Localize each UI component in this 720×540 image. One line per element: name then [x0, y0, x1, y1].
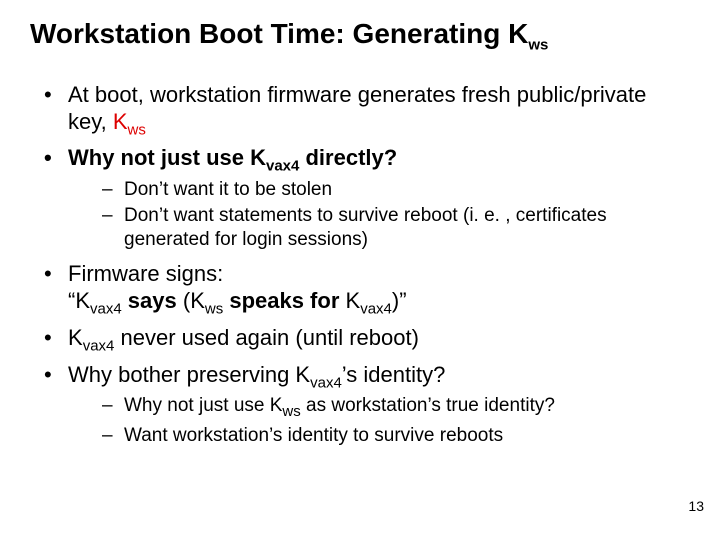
b3-k2: K	[339, 288, 360, 313]
b4-post: never used again (until reboot)	[114, 325, 419, 350]
bullet-3: Firmware signs: “Kvax4 says (Kws speaks …	[40, 261, 690, 319]
b5s1-post: as workstation’s true identity?	[301, 395, 555, 416]
title-sub: ws	[528, 37, 548, 54]
slide: Workstation Boot Time: Generating Kws At…	[0, 0, 720, 540]
page-number: 13	[688, 498, 704, 514]
b3-sub2: ws	[205, 301, 223, 318]
bullet-5-sublist: Why not just use Kws as workstation’s tr…	[68, 394, 690, 447]
b5-sub: vax4	[310, 374, 342, 391]
b5s1-sub: ws	[282, 403, 300, 420]
b4-k: K	[68, 325, 83, 350]
b2-sub: vax4	[266, 158, 299, 175]
b5s1-pre: Why not just use K	[124, 395, 282, 416]
b3-q1: “K	[68, 288, 90, 313]
b5-sub2: Want workstation’s identity to survive r…	[102, 424, 690, 448]
bullet-2-sublist: Don’t want it to be stolen Don’t want st…	[68, 178, 690, 251]
b1-k: K	[113, 109, 128, 134]
b2-pre: Why not just use K	[68, 145, 266, 170]
bullet-4: Kvax4 never used again (until reboot)	[40, 325, 690, 356]
b3-close: )”	[392, 288, 407, 313]
b4-sub: vax4	[83, 337, 115, 354]
b3-sub1: vax4	[90, 301, 122, 318]
bullet-2: Why not just use Kvax4 directly? Don’t w…	[40, 145, 690, 251]
b5-post: ’s identity?	[342, 362, 446, 387]
bullet-1: At boot, workstation firmware generates …	[40, 82, 690, 140]
b3-pre: Firmware signs:	[68, 261, 223, 286]
b5-sub1: Why not just use Kws as workstation’s tr…	[102, 394, 690, 422]
bullet-5: Why bother preserving Kvax4’s identity? …	[40, 362, 690, 448]
slide-title: Workstation Boot Time: Generating Kws	[30, 18, 690, 54]
b3-speaks: speaks for	[223, 288, 339, 313]
b1-sub: ws	[128, 121, 146, 138]
b1-pre: At boot, workstation firmware generates …	[68, 82, 646, 134]
b3-open: (K	[177, 288, 205, 313]
b2-post: directly?	[299, 145, 397, 170]
title-text: Workstation Boot Time: Generating K	[30, 18, 528, 49]
bullet-list: At boot, workstation firmware generates …	[30, 82, 690, 448]
b5-pre: Why bother preserving K	[68, 362, 310, 387]
b2-sub2: Don’t want statements to survive reboot …	[102, 204, 690, 252]
b3-sub3: vax4	[360, 301, 392, 318]
b2-sub1: Don’t want it to be stolen	[102, 178, 690, 202]
b3-says: says	[122, 288, 177, 313]
